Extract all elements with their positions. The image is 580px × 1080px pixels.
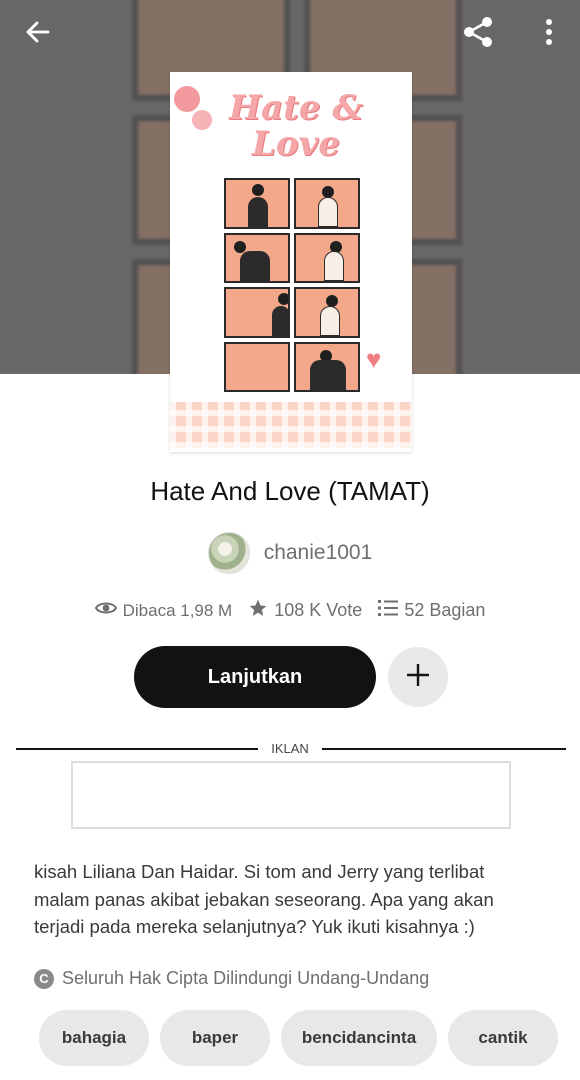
story-title: Hate And Love (TAMAT) — [150, 476, 430, 506]
balloon-decoration — [192, 110, 212, 130]
reads-stat: Dibaca 1,98 M — [94, 600, 233, 621]
tag-chip[interactable]: bahagia — [39, 1010, 149, 1066]
cover-plaid-strip — [170, 402, 412, 448]
story-stats: Dibaca 1,98 M 108 K Vote 52 Bagian — [0, 598, 580, 623]
share-icon — [461, 15, 495, 54]
list-icon — [378, 599, 399, 622]
share-button[interactable] — [456, 12, 500, 56]
balloon-decoration — [174, 86, 200, 112]
tag-chip[interactable]: cantik — [448, 1010, 558, 1066]
reads-label: Dibaca 1,98 M — [122, 600, 233, 620]
plus-icon — [405, 662, 431, 693]
more-vertical-icon — [544, 18, 554, 51]
back-button[interactable] — [16, 12, 60, 56]
ad-divider: IKLAN — [16, 738, 566, 760]
copyright-row: C Seluruh Hak Cipta Dilindungi Undang-Un… — [34, 968, 429, 989]
continue-reading-button[interactable]: Lanjutkan — [134, 646, 376, 708]
parts-stat: 52 Bagian — [378, 599, 485, 622]
add-to-library-button[interactable] — [388, 647, 448, 707]
eye-icon — [94, 600, 117, 621]
author-avatar[interactable] — [207, 532, 250, 574]
star-icon — [248, 598, 268, 623]
copyright-icon: C — [34, 968, 54, 989]
ad-label: IKLAN — [271, 741, 309, 756]
votes-stat: 108 K Vote — [248, 598, 362, 623]
parts-label: 52 Bagian — [404, 600, 486, 620]
cover-title-art: Hate & Love — [228, 88, 364, 164]
more-options-button[interactable] — [527, 12, 571, 56]
heart-decoration: ♥ — [366, 344, 382, 374]
comic-panels — [224, 178, 360, 392]
author-name[interactable]: chanie1001 — [264, 541, 373, 565]
tag-list: bahagia baper bencidancinta cantik — [39, 1010, 558, 1066]
book-cover[interactable]: Hate & Love ♥ — [170, 72, 412, 452]
divider-line — [322, 748, 566, 750]
copyright-text: Seluruh Hak Cipta Dilindungi Undang-Unda… — [62, 968, 430, 988]
story-description: kisah Liliana Dan Haidar. Si tom and Jer… — [34, 861, 494, 937]
top-bar — [0, 0, 580, 66]
ad-slot[interactable] — [71, 761, 511, 829]
divider-line — [16, 748, 258, 750]
arrow-left-icon — [24, 18, 52, 51]
tag-chip[interactable]: baper — [160, 1010, 270, 1066]
votes-label: 108 K Vote — [274, 600, 363, 620]
author-row[interactable]: chanie1001 — [0, 532, 580, 574]
tag-chip[interactable]: bencidancinta — [281, 1010, 437, 1066]
